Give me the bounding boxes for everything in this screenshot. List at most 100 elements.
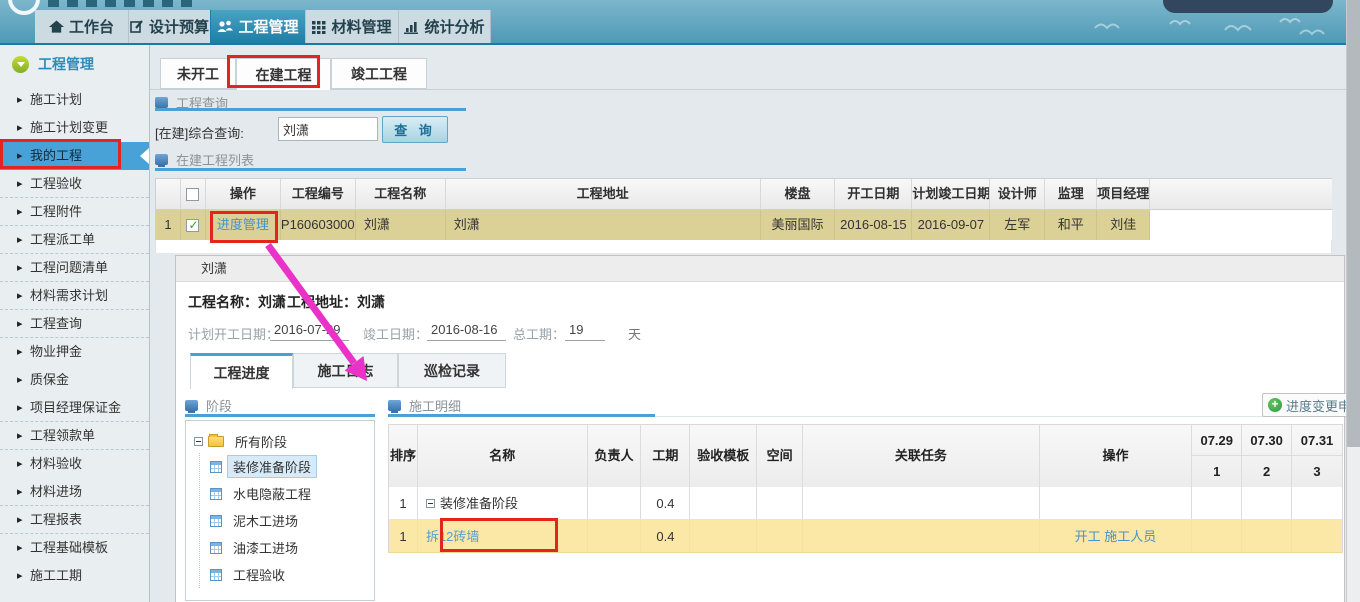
- cell-manager: 刘佳: [1097, 210, 1150, 241]
- nav-tab-statistics[interactable]: 统计分析: [398, 10, 490, 43]
- cell-owner: [588, 520, 642, 553]
- collapse-expander-icon[interactable]: [426, 499, 435, 508]
- finish-value[interactable]: 2016-08-16: [427, 322, 506, 341]
- sidebar-item-project-query[interactable]: 工程查询: [0, 310, 149, 338]
- total-duration-value[interactable]: 19: [565, 322, 605, 341]
- tree-root[interactable]: 所有阶段: [194, 429, 374, 453]
- stage-section-title: 阶段: [185, 396, 232, 415]
- bar-chart-icon: [404, 20, 419, 34]
- nav-tab-design-budget[interactable]: 设计预算: [128, 10, 210, 43]
- sidebar-header[interactable]: 工程管理: [12, 54, 94, 74]
- row-checkbox[interactable]: [186, 219, 199, 232]
- progress-change-button[interactable]: + 进度变更申: [1262, 393, 1352, 417]
- tree-item-acceptance[interactable]: 工程验收: [210, 561, 374, 588]
- tree-item-plumbing[interactable]: 水电隐蔽工程: [210, 480, 374, 507]
- tree-item-painting[interactable]: 油漆工进场: [210, 534, 374, 561]
- cell-rownum: 1: [156, 210, 181, 241]
- task-row[interactable]: 1 拆12砖墙 0.4 开工 施工人员: [389, 520, 1342, 553]
- tree-item-label: 水电隐蔽工程: [227, 482, 317, 505]
- cell-operation: 开工 施工人员: [1040, 520, 1193, 553]
- progress-manage-link[interactable]: 进度管理: [217, 217, 269, 232]
- col-manager: 项目经理: [1097, 179, 1150, 210]
- nav-tab-workbench[interactable]: 工作台: [35, 10, 128, 43]
- sidebar-item-project-acceptance[interactable]: 工程验收: [0, 170, 149, 198]
- sidebar-item-base-template[interactable]: 工程基础模板: [0, 534, 149, 562]
- col-start-date: 开工日期: [835, 179, 912, 210]
- cell-plan-finish: 2016-09-07: [912, 210, 990, 241]
- col-date-0731: 07.31 3: [1292, 425, 1342, 487]
- section-title-text: 阶段: [206, 396, 232, 415]
- search-input[interactable]: [278, 117, 378, 141]
- section-underline-thin: [655, 416, 1345, 417]
- tab-not-started[interactable]: 未开工: [160, 58, 236, 89]
- table-row[interactable]: 1 进度管理 P1606030002 刘潇 刘潇 美丽国际 2016-08-15…: [156, 210, 1332, 241]
- sidebar-item-manager-deposit[interactable]: 项目经理保证金: [0, 394, 149, 422]
- sidebar-item-material-entry[interactable]: 材料进场: [0, 478, 149, 506]
- detail-panel-tab[interactable]: 刘潇: [176, 256, 1344, 282]
- stage-name: 装修准备阶段: [440, 487, 518, 520]
- sidebar-item-issue-list[interactable]: 工程问题清单: [0, 254, 149, 282]
- tree-item-prep-stage[interactable]: 装修准备阶段: [210, 453, 374, 480]
- detail-project-name: 工程名称：刘潇: [188, 292, 286, 312]
- cell-action: 进度管理: [206, 210, 281, 241]
- workers-link[interactable]: 施工人员: [1104, 529, 1156, 544]
- cell-related-task: [803, 520, 1040, 553]
- cell-name: 刘潇: [356, 210, 446, 241]
- col-acceptance-template: 验收模板: [690, 425, 757, 487]
- cell-extra: [1150, 210, 1332, 241]
- start-work-link[interactable]: 开工: [1075, 529, 1101, 544]
- section-underline: [155, 168, 466, 171]
- list-section-title: 在建工程列表: [155, 150, 254, 169]
- sidebar-item-quality-deposit[interactable]: 质保金: [0, 366, 149, 394]
- task-name-link[interactable]: 拆12砖墙: [426, 520, 479, 553]
- sidebar-item-property-deposit[interactable]: 物业押金: [0, 338, 149, 366]
- collapse-expander-icon[interactable]: [194, 437, 203, 446]
- page-scrollbar-thumb[interactable]: [1347, 0, 1360, 447]
- plan-start-value[interactable]: 2016-07-29: [270, 322, 349, 341]
- sidebar-item-project-attachment[interactable]: 工程附件: [0, 198, 149, 226]
- people-icon: [217, 20, 233, 34]
- sidebar-item-construction-plan[interactable]: 施工计划: [0, 86, 149, 114]
- plan-section-title: 施工明细: [388, 396, 461, 415]
- cell-date: [1192, 520, 1242, 553]
- tab-construction-log[interactable]: 施工日志: [293, 353, 398, 388]
- sidebar-item-payment-order[interactable]: 工程领款单: [0, 422, 149, 450]
- sidebar-item-dispatch-order[interactable]: 工程派工单: [0, 226, 149, 254]
- cell-date: [1292, 487, 1342, 520]
- stage-row[interactable]: 1 装修准备阶段 0.4: [389, 487, 1342, 520]
- search-button[interactable]: 查 询: [382, 116, 448, 143]
- nav-tab-label: 工程管理: [238, 16, 298, 37]
- col-estate: 楼盘: [761, 179, 836, 210]
- col-rownum: [156, 179, 181, 210]
- nav-tab-label: 工作台: [69, 16, 114, 37]
- date-label: 07.29: [1192, 425, 1241, 456]
- tab-in-progress[interactable]: 在建工程: [236, 58, 331, 90]
- total-duration-label: 总工期：: [513, 324, 565, 343]
- nav-tab-project-management[interactable]: 工程管理: [210, 10, 305, 43]
- monitor-icon: [155, 97, 168, 108]
- user-account-box[interactable]: [1163, 0, 1333, 13]
- sidebar-item-my-projects[interactable]: 我的工程: [0, 142, 149, 170]
- tab-inspection-record[interactable]: 巡检记录: [398, 353, 506, 388]
- sidebar-item-material-acceptance[interactable]: 材料验收: [0, 450, 149, 478]
- cell-date: [1292, 520, 1342, 553]
- cell-start-date: 2016-08-15: [835, 210, 912, 241]
- tab-project-progress[interactable]: 工程进度: [190, 353, 293, 389]
- cell-operation: [1040, 487, 1193, 520]
- sidebar-item-project-report[interactable]: 工程报表: [0, 506, 149, 534]
- sidebar-item-construction-duration[interactable]: 施工工期: [0, 562, 149, 590]
- sidebar-item-plan-change[interactable]: 施工计划变更: [0, 114, 149, 142]
- detail-table-header: 排序 名称 负责人 工期 验收模板 空间 关联任务 操作 07.29 1 07.…: [389, 425, 1342, 487]
- select-all-checkbox[interactable]: [186, 188, 199, 201]
- cell-date: [1242, 520, 1292, 553]
- table-header-row: 操作 工程编号 工程名称 工程地址 楼盘 开工日期 计划竣工日期 设计师 监理 …: [156, 179, 1332, 210]
- nav-tab-material-management[interactable]: 材料管理: [305, 10, 398, 43]
- col-date-0729: 07.29 1: [1192, 425, 1242, 487]
- section-underline: [155, 108, 466, 111]
- tab-completed[interactable]: 竣工工程: [331, 58, 427, 89]
- col-extra: [1150, 179, 1332, 210]
- tree-item-masonry[interactable]: 泥木工进场: [210, 507, 374, 534]
- sidebar: 工程管理 施工计划 施工计划变更 我的工程 工程验收 工程附件 工程派工单 工程…: [0, 45, 150, 602]
- sidebar-item-material-demand-plan[interactable]: 材料需求计划: [0, 282, 149, 310]
- section-underline: [185, 414, 375, 417]
